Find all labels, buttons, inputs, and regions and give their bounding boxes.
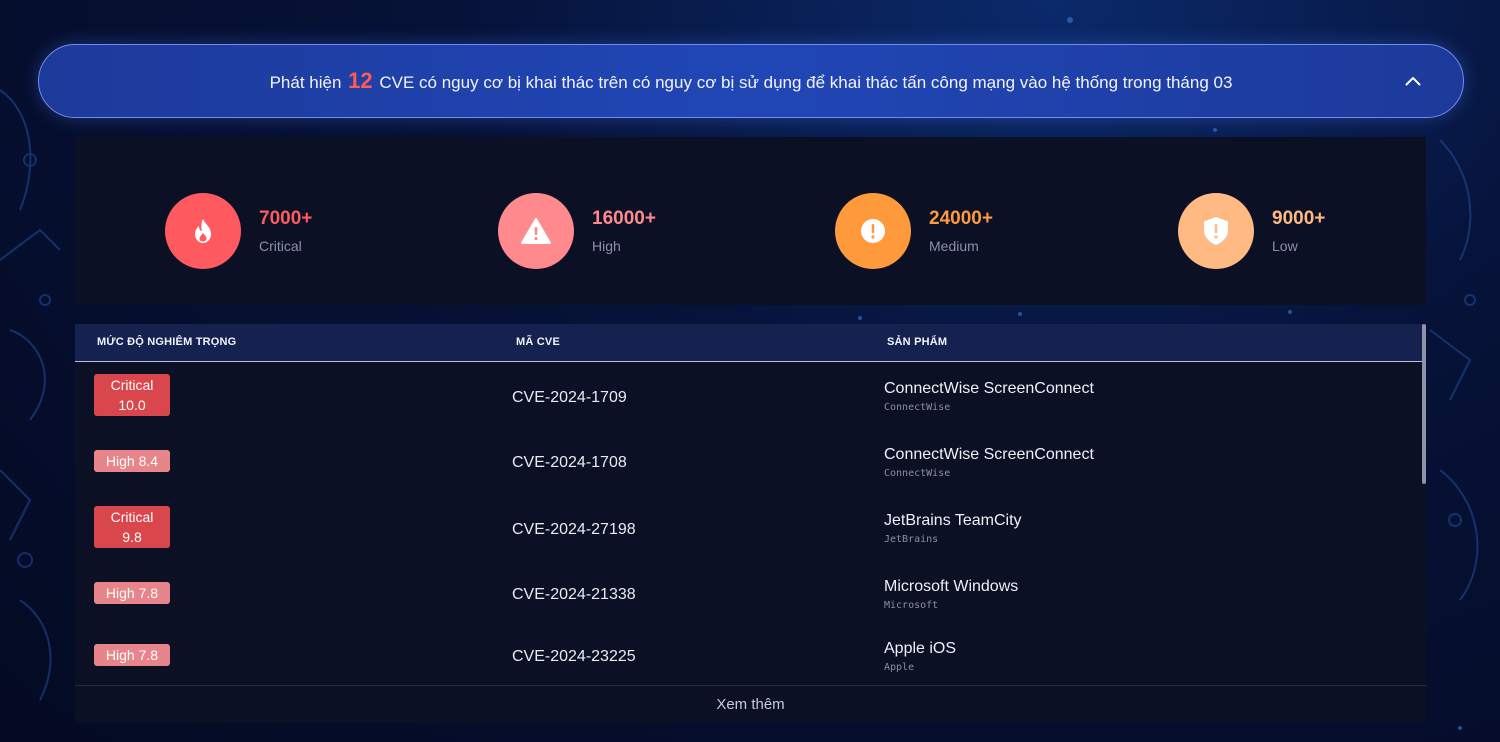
stat-low: 9000+ Low <box>1178 193 1325 269</box>
header-product: SẢN PHẨM <box>887 336 948 348</box>
stat-high-value: 16000+ <box>592 208 656 229</box>
header-severity: MỨC ĐỘ NGHIÊM TRỌNG <box>97 336 237 348</box>
product-vendor: Apple <box>884 662 915 673</box>
header-cve-id: MÃ CVE <box>516 336 560 348</box>
stat-high: 16000+ High <box>498 193 656 269</box>
cve-id[interactable]: CVE-2024-27198 <box>512 521 636 539</box>
product-name: ConnectWise ScreenConnect <box>884 446 1094 463</box>
product-cell: ConnectWise ScreenConnect ConnectWise <box>884 446 1094 479</box>
chevron-up-icon <box>1405 77 1421 86</box>
severity-label: High 7.8 <box>105 647 159 663</box>
banner-prefix: Phát hiện <box>269 73 342 92</box>
severity-label: Critical <box>110 377 154 393</box>
alert-circle-icon <box>861 219 885 243</box>
severity-label: Critical <box>110 509 154 525</box>
fire-icon <box>195 219 211 243</box>
severity-badge: High 7.8 <box>94 644 170 666</box>
product-name: JetBrains TeamCity <box>884 512 1022 529</box>
warning-icon <box>521 218 551 244</box>
severity-stats-panel: 7000+ Critical 16000+ High 24000+ Medium… <box>75 137 1426 305</box>
collapse-button[interactable] <box>1403 71 1423 91</box>
severity-score: 10.0 <box>118 397 146 413</box>
cve-announcement-banner: Phát hiện 12 CVE có nguy cơ bị khai thác… <box>38 44 1464 118</box>
cve-id[interactable]: CVE-2024-23225 <box>512 648 636 666</box>
stat-critical: 7000+ Critical <box>165 193 312 269</box>
stat-medium-value: 24000+ <box>929 208 993 229</box>
banner-cve-count: 12 <box>348 68 373 93</box>
stat-low-value: 9000+ <box>1272 208 1326 229</box>
product-cell: Microsoft Windows Microsoft <box>884 578 1018 611</box>
stat-medium: 24000+ Medium <box>835 193 993 269</box>
banner-suffix: CVE có nguy cơ bị khai thác trên có nguy… <box>379 73 1233 92</box>
cve-id[interactable]: CVE-2024-1708 <box>512 454 627 472</box>
severity-score: 9.8 <box>122 529 142 545</box>
shield-alert-icon <box>1204 217 1228 245</box>
product-name: ConnectWise ScreenConnect <box>884 380 1094 397</box>
stat-high-label: High <box>592 238 621 254</box>
cve-id[interactable]: CVE-2024-21338 <box>512 586 636 604</box>
product-cell: Apple iOS Apple <box>884 640 956 673</box>
product-vendor: Microsoft <box>884 600 939 611</box>
stat-medium-label: Medium <box>929 238 979 254</box>
severity-label: High 8.4 <box>105 453 159 469</box>
stat-low-circle <box>1178 193 1254 269</box>
table-scrollbar[interactable] <box>1422 324 1426 484</box>
stat-critical-label: Critical <box>259 238 302 254</box>
severity-badge: Critical 10.0 <box>94 374 170 416</box>
severity-badge: Critical 9.8 <box>94 506 170 548</box>
stat-critical-value: 7000+ <box>259 208 313 229</box>
stat-high-circle <box>498 193 574 269</box>
cve-table: MỨC ĐỘ NGHIÊM TRỌNG MÃ CVE SẢN PHẨM Crit… <box>75 324 1426 723</box>
stat-low-label: Low <box>1272 238 1298 254</box>
product-name: Microsoft Windows <box>884 578 1019 595</box>
see-more-button[interactable]: Xem thêm <box>75 685 1426 723</box>
product-cell: ConnectWise ScreenConnect ConnectWise <box>884 380 1094 413</box>
banner-text: Phát hiện 12 CVE có nguy cơ bị khai thác… <box>270 68 1233 94</box>
table-header: MỨC ĐỘ NGHIÊM TRỌNG MÃ CVE SẢN PHẨM <box>75 324 1422 362</box>
product-vendor: ConnectWise <box>884 468 951 479</box>
stat-medium-circle <box>835 193 911 269</box>
cve-id[interactable]: CVE-2024-1709 <box>512 389 627 407</box>
stat-critical-circle <box>165 193 241 269</box>
product-cell: JetBrains TeamCity JetBrains <box>884 512 1022 545</box>
product-name: Apple iOS <box>884 640 957 657</box>
severity-badge: High 8.4 <box>94 450 170 472</box>
severity-badge: High 7.8 <box>94 582 170 604</box>
severity-label: High 7.8 <box>105 585 159 601</box>
product-vendor: ConnectWise <box>884 402 951 413</box>
product-vendor: JetBrains <box>884 534 939 545</box>
